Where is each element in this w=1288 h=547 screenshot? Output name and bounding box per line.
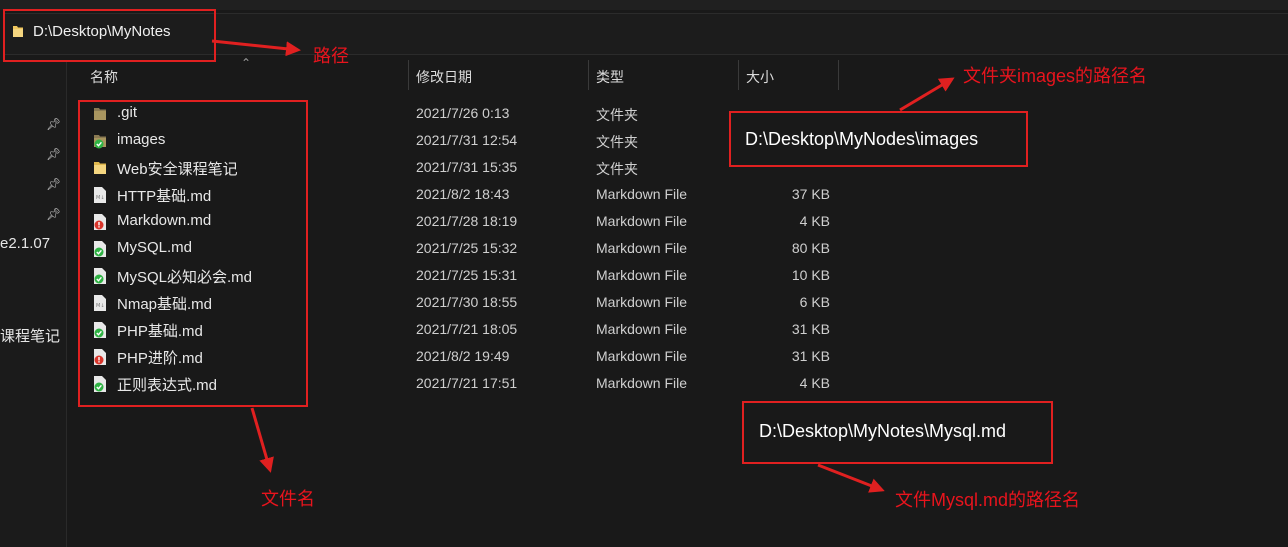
mysql-path-arrow	[817, 463, 885, 493]
images-path-arrow	[899, 77, 955, 112]
path-arrow	[211, 39, 301, 57]
annotation-arrows	[211, 39, 955, 493]
file-name-arrow	[250, 407, 274, 473]
